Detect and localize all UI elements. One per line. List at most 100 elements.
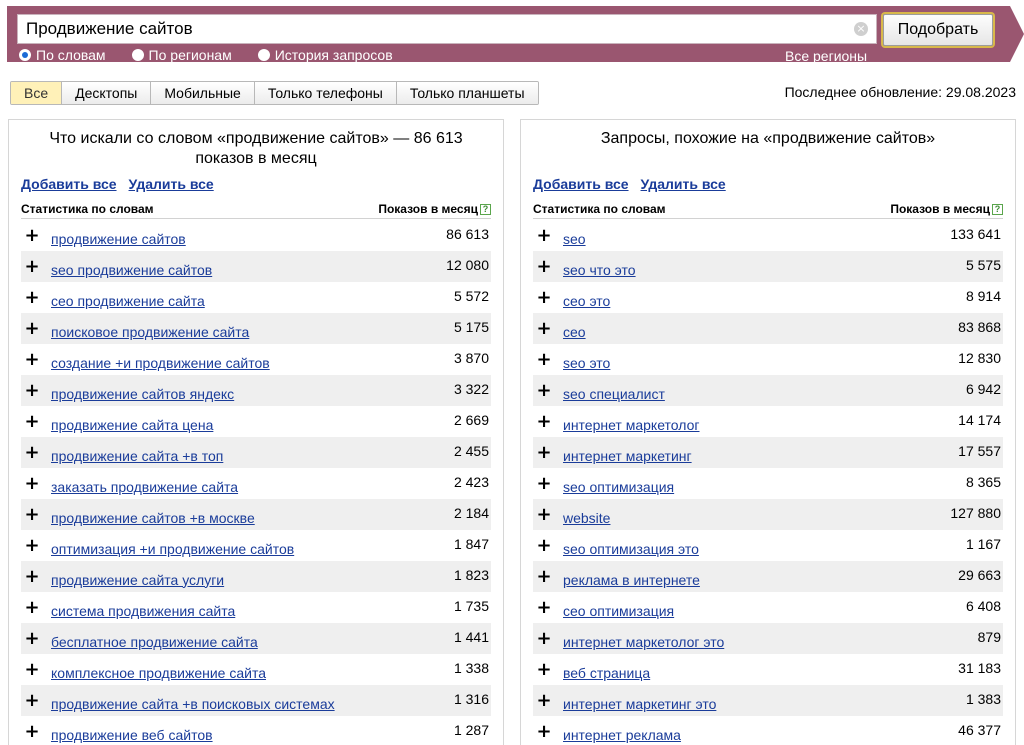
- phrase-link[interactable]: website: [563, 510, 610, 526]
- add-phrase-icon[interactable]: +: [21, 318, 43, 339]
- phrase-link[interactable]: интернет реклама: [563, 727, 681, 743]
- add-phrase-icon[interactable]: +: [533, 504, 555, 525]
- impressions-count: 12 080: [446, 257, 489, 273]
- add-phrase-icon[interactable]: +: [533, 411, 555, 432]
- phrase-link[interactable]: интернет маркетолог это: [563, 634, 724, 650]
- add-phrase-icon[interactable]: +: [533, 721, 555, 742]
- phrase-link[interactable]: продвижение сайтов яндекс: [51, 386, 234, 402]
- add-all-link[interactable]: Добавить все: [21, 176, 117, 192]
- tab-tablets[interactable]: Только планшеты: [396, 82, 538, 104]
- tab-phones[interactable]: Только телефоны: [254, 82, 397, 104]
- phrase-link[interactable]: поисковое продвижение сайта: [51, 324, 249, 340]
- phrase-link[interactable]: сео оптимизация: [563, 603, 674, 619]
- add-phrase-icon[interactable]: +: [533, 535, 555, 556]
- add-phrase-icon[interactable]: +: [533, 256, 555, 277]
- add-phrase-icon[interactable]: +: [533, 628, 555, 649]
- phrase-link[interactable]: сео это: [563, 293, 610, 309]
- add-phrase-icon[interactable]: +: [21, 349, 43, 370]
- phrase-link[interactable]: seo оптимизация это: [563, 541, 699, 557]
- remove-all-link[interactable]: Удалить все: [641, 176, 726, 192]
- radio-icon[interactable]: [257, 49, 270, 61]
- mode-by-regions[interactable]: По регионам: [131, 47, 232, 63]
- phrase-link[interactable]: seo специалист: [563, 386, 665, 402]
- phrase-link[interactable]: система продвижения сайта: [51, 603, 235, 619]
- phrase-link[interactable]: интернет маркетинг это: [563, 696, 716, 712]
- phrase-link[interactable]: продвижение сайтов +в москве: [51, 510, 255, 526]
- add-phrase-icon[interactable]: +: [533, 318, 555, 339]
- mode-by-words[interactable]: По словам: [19, 47, 106, 63]
- phrase-link[interactable]: seo продвижение сайтов: [51, 262, 212, 278]
- add-phrase-icon[interactable]: +: [21, 659, 43, 680]
- phrase-link[interactable]: seo что это: [563, 262, 636, 278]
- phrase-link[interactable]: создание +и продвижение сайтов: [51, 355, 270, 371]
- phrase-link[interactable]: seo: [563, 231, 586, 247]
- clear-icon[interactable]: ×: [854, 22, 868, 36]
- phrase-link[interactable]: бесплатное продвижение сайта: [51, 634, 258, 650]
- phrase-link[interactable]: продвижение сайта +в поисковых системах: [51, 696, 335, 712]
- phrase-link[interactable]: интернет маркетолог: [563, 417, 700, 433]
- add-phrase-icon[interactable]: +: [533, 690, 555, 711]
- table-row: + seo специалист 6 942: [533, 375, 1003, 406]
- table-row: + интернет маркетолог 14 174: [533, 406, 1003, 437]
- phrase-link[interactable]: сео: [563, 324, 586, 340]
- add-phrase-icon[interactable]: +: [21, 690, 43, 711]
- impressions-count: 5 575: [965, 257, 1001, 273]
- add-phrase-icon[interactable]: +: [21, 473, 43, 494]
- phrase-link[interactable]: оптимизация +и продвижение сайтов: [51, 541, 294, 557]
- add-phrase-icon[interactable]: +: [21, 225, 43, 246]
- phrase-link[interactable]: продвижение сайта услуги: [51, 572, 224, 588]
- add-phrase-icon[interactable]: +: [21, 442, 43, 463]
- phrase-link[interactable]: сео продвижение сайта: [51, 293, 205, 309]
- add-phrase-icon[interactable]: +: [21, 504, 43, 525]
- add-phrase-icon[interactable]: +: [533, 380, 555, 401]
- impressions-count: 1 383: [965, 691, 1001, 707]
- impressions-count: 879: [977, 629, 1001, 645]
- add-phrase-icon[interactable]: +: [533, 597, 555, 618]
- phrase-link[interactable]: веб страница: [563, 665, 650, 681]
- table-row: + поисковое продвижение сайта 5 175: [21, 313, 491, 344]
- add-phrase-icon[interactable]: +: [21, 411, 43, 432]
- remove-all-link[interactable]: Удалить все: [129, 176, 214, 192]
- table-row: + сео оптимизация 6 408: [533, 592, 1003, 623]
- phrase-link[interactable]: продвижение сайта +в топ: [51, 448, 223, 464]
- phrase-link[interactable]: реклама в интернете: [563, 572, 700, 588]
- add-phrase-icon[interactable]: +: [533, 442, 555, 463]
- phrase-link[interactable]: продвижение сайта цена: [51, 417, 213, 433]
- add-phrase-icon[interactable]: +: [21, 380, 43, 401]
- add-phrase-icon[interactable]: +: [533, 349, 555, 370]
- phrase-link[interactable]: заказать продвижение сайта: [51, 479, 238, 495]
- tab-mobile[interactable]: Мобильные: [151, 82, 255, 104]
- phrase-link[interactable]: продвижение сайтов: [51, 231, 186, 247]
- impressions-count: 1 167: [965, 536, 1001, 552]
- add-phrase-icon[interactable]: +: [21, 287, 43, 308]
- add-phrase-icon[interactable]: +: [21, 256, 43, 277]
- search-input[interactable]: [26, 19, 854, 39]
- add-phrase-icon[interactable]: +: [21, 535, 43, 556]
- radio-icon[interactable]: [131, 49, 144, 61]
- phrase-link[interactable]: интернет маркетинг: [563, 448, 692, 464]
- all-regions-link[interactable]: Все регионы: [785, 48, 867, 64]
- add-phrase-icon[interactable]: +: [21, 566, 43, 587]
- phrase-link[interactable]: seo это: [563, 355, 610, 371]
- add-all-link[interactable]: Добавить все: [533, 176, 629, 192]
- add-phrase-icon[interactable]: +: [533, 473, 555, 494]
- add-phrase-icon[interactable]: +: [533, 225, 555, 246]
- radio-icon[interactable]: [19, 49, 31, 61]
- add-phrase-icon[interactable]: +: [533, 287, 555, 308]
- add-phrase-icon[interactable]: +: [21, 628, 43, 649]
- column-words: Статистика по словам: [533, 202, 666, 216]
- add-phrase-icon[interactable]: +: [21, 597, 43, 618]
- help-icon[interactable]: ?: [480, 204, 491, 215]
- phrase-link[interactable]: продвижение веб сайтов: [51, 727, 213, 743]
- add-phrase-icon[interactable]: +: [533, 659, 555, 680]
- right-panel: Запросы, похожие на «продвижение сайтов»…: [520, 119, 1016, 745]
- tab-all[interactable]: Все: [11, 82, 63, 104]
- tab-desktops[interactable]: Десктопы: [62, 82, 152, 104]
- phrase-link[interactable]: seo оптимизация: [563, 479, 674, 495]
- phrase-link[interactable]: комплексное продвижение сайта: [51, 665, 266, 681]
- submit-button[interactable]: Подобрать: [883, 14, 993, 46]
- mode-history[interactable]: История запросов: [257, 47, 393, 63]
- add-phrase-icon[interactable]: +: [533, 566, 555, 587]
- add-phrase-icon[interactable]: +: [21, 721, 43, 742]
- help-icon[interactable]: ?: [992, 204, 1003, 215]
